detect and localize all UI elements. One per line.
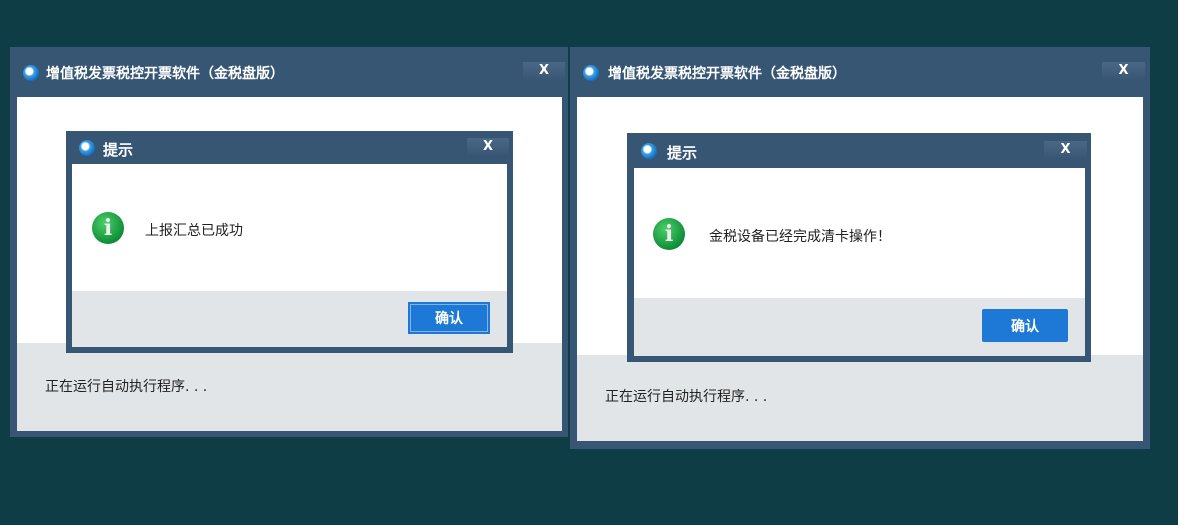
info-icon: i — [92, 212, 124, 244]
dialog-message: 上报汇总已成功 — [145, 223, 243, 239]
dialog-content — [72, 164, 507, 291]
window-title: 增值税发票税控开票软件（金税盘版） — [608, 66, 846, 82]
app-logo-icon — [23, 65, 39, 81]
window-title: 增值税发票税控开票软件（金税盘版） — [46, 66, 284, 82]
dialog-close-button[interactable]: X — [467, 138, 509, 155]
dialog-message: 金税设备已经完成清卡操作！ — [709, 229, 891, 245]
confirm-button[interactable]: 确认 — [408, 302, 490, 334]
status-text: 正在运行自动执行程序. . . — [45, 379, 208, 395]
status-text: 正在运行自动执行程序. . . — [605, 389, 768, 405]
app-logo-icon — [79, 140, 95, 156]
app-logo-icon — [641, 143, 657, 159]
dialog-title: 提示 — [667, 144, 698, 162]
info-icon: i — [653, 218, 685, 250]
confirm-button[interactable]: 确认 — [982, 309, 1068, 342]
dialog-close-button[interactable]: X — [1044, 141, 1087, 158]
dialog-title: 提示 — [103, 141, 134, 159]
alert-dialog-2: 提示 X i 金税设备已经完成清卡操作！ 确认 — [627, 133, 1091, 362]
window-close-button[interactable]: X — [523, 62, 565, 79]
window-close-button[interactable]: X — [1102, 62, 1145, 79]
app-logo-icon — [583, 65, 599, 81]
alert-dialog-1: 提示 X i 上报汇总已成功 确认 — [66, 131, 513, 353]
